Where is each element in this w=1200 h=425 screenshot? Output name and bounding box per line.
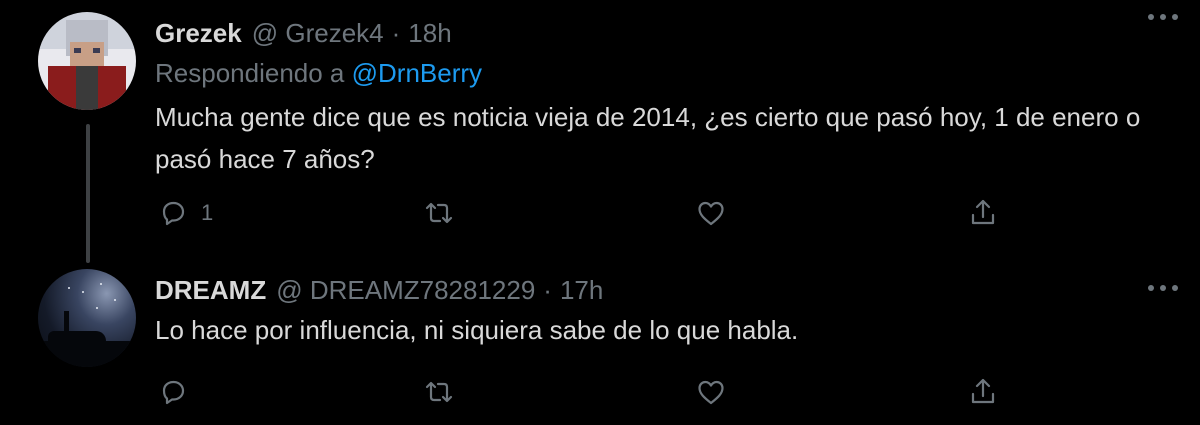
heart-icon (698, 380, 724, 405)
avatar-star (68, 287, 70, 289)
display-name[interactable]: Grezek (155, 18, 242, 49)
tweet-text: Lo hace por influencia, ni siquiera sabe… (155, 315, 799, 345)
reply-count: 1 (201, 200, 214, 225)
avatar-ground (38, 341, 136, 367)
tweet-text: Mucha gente dice que es noticia vieja de… (155, 102, 1141, 174)
share-button[interactable] (967, 372, 999, 412)
tweet-header: DREAMZ @ DREAMZ78281229 · 17h (155, 275, 1170, 309)
more-dot (1148, 285, 1154, 291)
avatar-pixel (70, 42, 104, 66)
avatar-star (114, 299, 116, 301)
avatar-star (100, 283, 102, 285)
avatar-star (82, 291, 84, 293)
tweet-content: Grezek @ Grezek4 · 18h Respondiendo a @D… (155, 18, 1170, 180)
retweet-button[interactable] (423, 372, 455, 412)
reply-button[interactable] (157, 372, 189, 412)
avatar-star (96, 307, 98, 309)
more-icon[interactable] (1148, 285, 1178, 293)
separator-dot: · (543, 275, 552, 305)
tweet-header: Grezek @ Grezek4 · 18h (155, 18, 1170, 52)
timestamp[interactable]: 17h (560, 275, 603, 306)
user-handle[interactable]: @ DREAMZ78281229 (276, 275, 535, 306)
more-icon[interactable] (1148, 14, 1178, 22)
more-dot (1172, 285, 1178, 291)
more-dot (1148, 14, 1154, 20)
reply-icon (162, 380, 185, 405)
reply-button[interactable]: 1 (157, 193, 213, 233)
replying-to: Respondiendo a @DrnBerry (155, 58, 1170, 92)
display-name[interactable]: DREAMZ (155, 275, 266, 306)
more-dot (1160, 14, 1166, 20)
avatar[interactable] (38, 12, 136, 110)
share-button[interactable] (967, 193, 999, 233)
tweet-dreamz[interactable]: DREAMZ @ DREAMZ78281229 · 17h Lo hace po… (0, 255, 1200, 425)
share-icon (971, 199, 995, 225)
like-button[interactable] (695, 193, 727, 233)
retweet-icon (425, 381, 453, 403)
reply-icon (162, 201, 185, 226)
mention-link[interactable]: @DrnBerry (352, 58, 482, 88)
replying-prefix: Respondiendo a (155, 58, 352, 88)
share-icon (971, 378, 995, 404)
separator-dot: · (391, 18, 401, 48)
thread-connector (86, 124, 90, 263)
avatar-pixel (76, 66, 98, 110)
retweet-button[interactable] (423, 193, 455, 233)
tweet-grezek[interactable]: Grezek @ Grezek4 · 18h Respondiendo a @D… (0, 0, 1200, 263)
action-bar (155, 372, 1055, 412)
more-dot (1172, 14, 1178, 20)
more-dot (1160, 285, 1166, 291)
heart-icon (698, 201, 724, 226)
tweet-content: DREAMZ @ DREAMZ78281229 · 17h Lo hace po… (155, 275, 1170, 351)
avatar-pixel (74, 48, 81, 53)
like-button[interactable] (695, 372, 727, 412)
avatar[interactable] (38, 269, 136, 367)
user-handle[interactable]: @ Grezek4 (252, 18, 384, 49)
timestamp[interactable]: 18h (408, 18, 451, 49)
avatar-pixel (93, 48, 100, 53)
action-bar: 1 (155, 193, 1055, 233)
avatar-silhouette (64, 311, 69, 331)
retweet-icon (425, 202, 453, 224)
